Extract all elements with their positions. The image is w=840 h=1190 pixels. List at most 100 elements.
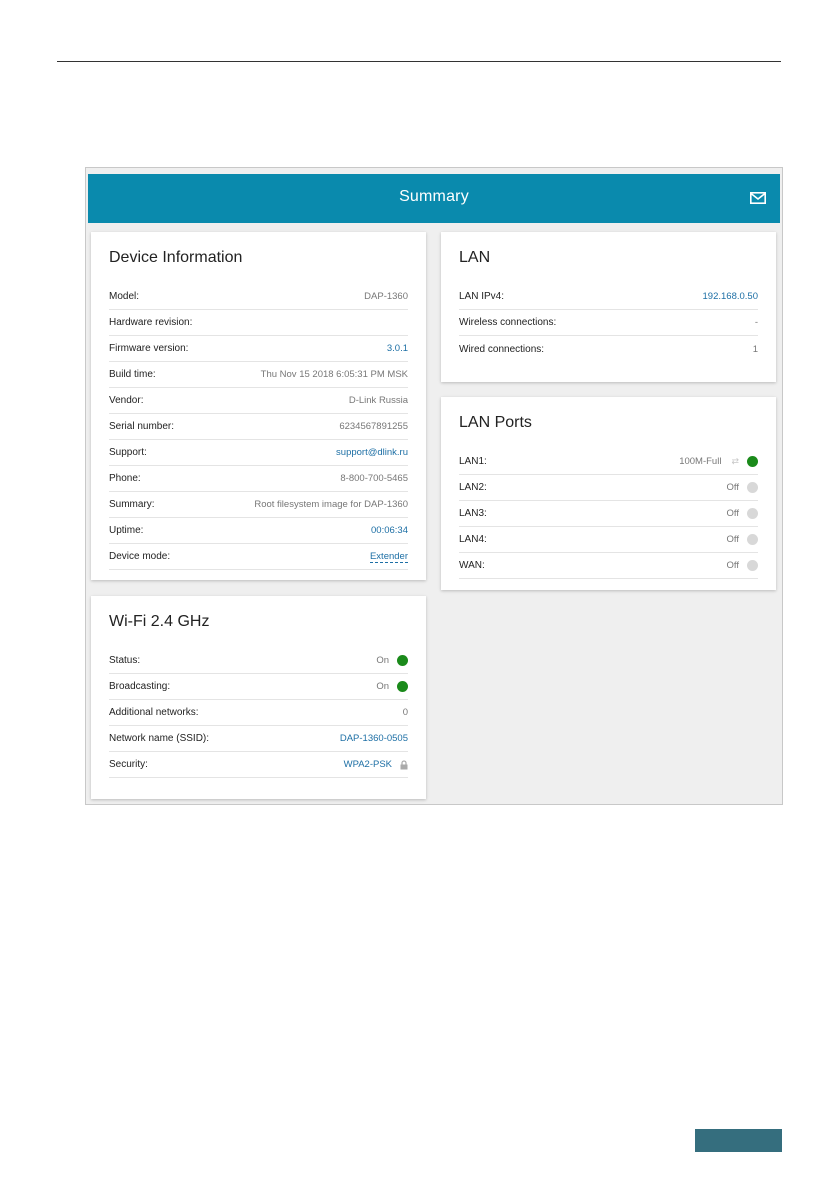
row-label: Build time: <box>109 369 156 380</box>
device-mode-link[interactable]: Extender <box>369 551 408 563</box>
row-support: Support: support@dlink.ru <box>109 440 408 466</box>
security-link[interactable]: WPA2-PSK <box>344 759 392 770</box>
row-summary: Summary: Root filesystem image for DAP-13… <box>109 492 408 518</box>
row-value: DAP-1360 <box>364 291 408 302</box>
row-label: Wired connections: <box>459 343 545 355</box>
row-hardware-revision: Hardware revision: <box>109 310 408 336</box>
row-value: 1 <box>752 343 758 355</box>
duplex-arrows-icon: ⇄ <box>731 456 739 466</box>
row-value: Root filesystem image for DAP-1360 <box>254 499 408 510</box>
row-label: Device mode: <box>109 551 171 562</box>
row-value: - <box>754 317 758 328</box>
card-title: LAN <box>459 249 491 266</box>
port-on-indicator <box>747 456 758 467</box>
port-off-indicator <box>747 482 758 493</box>
port-status-text: Off <box>726 534 740 545</box>
row-label: Security: <box>109 759 148 770</box>
row-status: Status: On <box>109 648 408 674</box>
row-value: On <box>376 655 408 666</box>
port-status-text: Off <box>726 560 740 571</box>
port-status-text: Off <box>726 508 740 519</box>
lock-icon <box>400 759 408 769</box>
row-label: LAN4: <box>459 534 487 545</box>
row-value: Off <box>726 482 758 493</box>
row-lan-ipv4: LAN IPv4: 192.168.0.50 <box>459 284 758 310</box>
ssid-link[interactable]: DAP-1360-0505 <box>340 733 408 744</box>
row-ssid: Network name (SSID): DAP-1360-0505 <box>109 726 408 752</box>
row-value: 0 <box>402 707 408 718</box>
row-port-lan2: LAN2: Off <box>459 475 758 501</box>
row-label: Summary: <box>109 499 155 510</box>
firmware-link[interactable]: 3.0.1 <box>387 343 408 354</box>
lan-ip-link[interactable]: 192.168.0.50 <box>703 291 758 302</box>
row-wireless-connections: Wireless connections: - <box>459 310 758 336</box>
row-wired-connections: Wired connections: 1 <box>459 336 758 362</box>
row-security: Security: WPA2-PSK <box>109 752 408 778</box>
uptime-value: 00:06:34 <box>371 525 408 536</box>
row-port-wan: WAN: Off <box>459 553 758 579</box>
row-vendor: Vendor: D-Link Russia <box>109 388 408 414</box>
lan-card: LAN LAN IPv4: 192.168.0.50 Wireless conne… <box>441 232 776 382</box>
row-value: Off <box>726 508 758 519</box>
row-label: LAN3: <box>459 508 487 519</box>
row-label: WAN: <box>459 560 485 571</box>
row-label: Phone: <box>109 473 141 484</box>
row-serial-number: Serial number: 6234567891255 <box>109 414 408 440</box>
row-label: Model: <box>109 291 140 302</box>
card-title: LAN Ports <box>459 414 532 431</box>
page-title: Summary <box>399 188 469 205</box>
summary-screenshot: Summary Device Information Model: DAP-136… <box>85 167 783 805</box>
wifi-card: Wi-Fi 2.4 GHz Status: On Broadcasting: On … <box>91 596 426 799</box>
row-label: LAN IPv4: <box>459 291 505 302</box>
row-value: Off <box>726 560 758 571</box>
row-value: 8-800-700-5465 <box>340 473 408 484</box>
row-build-time: Build time: Thu Nov 15 2018 6:05:31 PM MS… <box>109 362 408 388</box>
row-label: Uptime: <box>109 525 144 536</box>
row-label: Status: <box>109 655 141 666</box>
page-number-box <box>695 1129 782 1152</box>
row-label: Broadcasting: <box>109 681 171 692</box>
mail-icon[interactable] <box>750 192 766 204</box>
status-text: On <box>376 681 389 692</box>
support-email-link[interactable]: support@dlink.ru <box>336 447 408 458</box>
port-off-indicator <box>747 508 758 519</box>
port-status-text: Off <box>726 482 740 493</box>
row-additional-networks: Additional networks: 0 <box>109 700 408 726</box>
port-off-indicator <box>747 560 758 571</box>
row-label: LAN1: <box>459 456 487 467</box>
row-value: 6234567891255 <box>339 421 408 432</box>
row-port-lan3: LAN3: Off <box>459 501 758 527</box>
row-device-mode: Device mode: Extender <box>109 544 408 570</box>
row-label: Additional networks: <box>109 707 199 718</box>
card-title: Device Information <box>109 249 243 266</box>
row-label: Wireless connections: <box>459 317 557 328</box>
card-title: Wi-Fi 2.4 GHz <box>109 613 210 630</box>
row-port-lan4: LAN4: Off <box>459 527 758 553</box>
port-status-text: 100M-Full <box>679 456 722 467</box>
top-rule <box>57 61 781 62</box>
summary-header: Summary <box>88 174 780 223</box>
row-phone: Phone: 8-800-700-5465 <box>109 466 408 492</box>
status-on-indicator <box>397 681 408 692</box>
row-label: Firmware version: <box>109 343 189 354</box>
row-value: 100M-Full ⇄ <box>679 456 758 467</box>
row-value: D-Link Russia <box>348 395 408 406</box>
row-label: Network name (SSID): <box>109 733 210 744</box>
row-value: Thu Nov 15 2018 6:05:31 PM MSK <box>260 369 408 380</box>
row-model: Model: DAP-1360 <box>109 284 408 310</box>
row-label: Hardware revision: <box>109 317 193 328</box>
row-label: LAN2: <box>459 482 487 493</box>
status-on-indicator <box>397 655 408 666</box>
row-label: Support: <box>109 447 147 458</box>
row-value: Off <box>726 534 758 545</box>
row-label: Vendor: <box>109 395 144 406</box>
port-off-indicator <box>747 534 758 545</box>
device-info-card: Device Information Model: DAP-1360 Hardwa… <box>91 232 426 580</box>
row-port-lan1: LAN1: 100M-Full ⇄ <box>459 449 758 475</box>
status-text: On <box>376 655 389 666</box>
row-uptime: Uptime: 00:06:34 <box>109 518 408 544</box>
row-broadcasting: Broadcasting: On <box>109 674 408 700</box>
row-label: Serial number: <box>109 421 175 432</box>
row-value[interactable]: WPA2-PSK <box>344 759 408 770</box>
lan-ports-card: LAN Ports LAN1: 100M-Full ⇄ LAN2: Off LAN3:… <box>441 397 776 590</box>
